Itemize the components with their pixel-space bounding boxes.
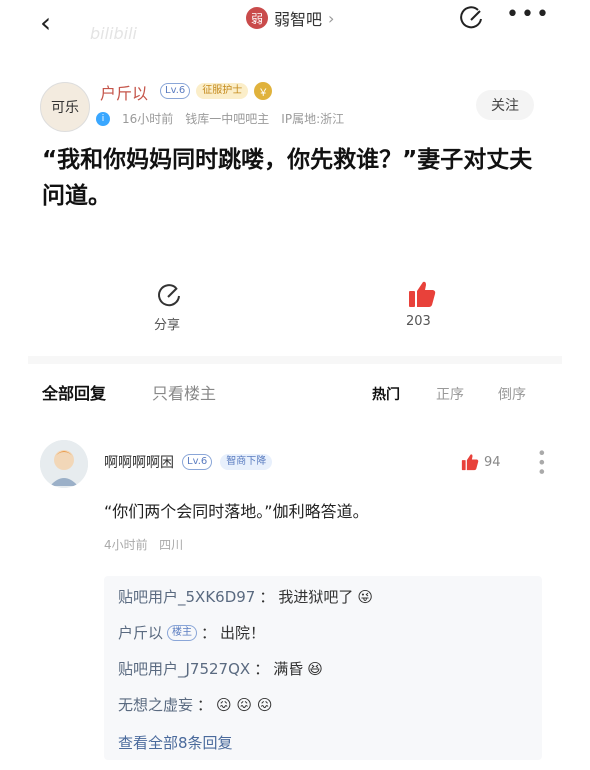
reply-item[interactable]: 户斤以 楼主 ： 出院！ [118, 622, 265, 643]
commenter-info: 啊啊啊啊困 Lv.6 智商下降 [104, 452, 273, 472]
comment-time: 4小时前 [104, 538, 148, 552]
back-icon[interactable]: ‹ [40, 6, 51, 39]
view-all-replies-link[interactable]: 查看全部8条回复 [118, 732, 233, 753]
emoji-icon: 😖 😖 😖 [216, 695, 273, 714]
op-tag: 楼主 [167, 624, 198, 641]
follow-button[interactable]: 关注 [476, 90, 534, 120]
comment-meta: 4小时前 四川 [104, 536, 183, 553]
avatar-image-icon [40, 440, 88, 488]
reply-text: 出院！ [220, 624, 266, 642]
sort-descending[interactable]: 倒序 [498, 384, 526, 404]
forum-link[interactable]: 弱 弱智吧 › [246, 6, 334, 30]
comment-location: 四川 [159, 538, 184, 552]
forum-name: 弱智吧 [274, 10, 323, 29]
reply-user[interactable]: 无想之虚妄 [118, 694, 193, 715]
comment-more-icon[interactable]: ••• [532, 448, 551, 476]
thumbs-up-icon [461, 454, 479, 471]
reply-user[interactable]: 贴吧用户_J7527QX [118, 658, 250, 679]
forum-avatar-icon: 弱 [246, 7, 268, 29]
reply-user[interactable]: 户斤以 [118, 622, 163, 643]
reply-separator: ： [259, 588, 275, 606]
thumbs-up-icon[interactable] [406, 278, 438, 310]
reply-user[interactable]: 贴吧用户_5XK6D97 [118, 586, 255, 607]
reply-separator: ： [201, 624, 217, 642]
comment-like[interactable]: 94 [460, 452, 501, 472]
reply-list: 贴吧用户_5XK6D97 ： 我进狱吧了 😜 户斤以 楼主 ： 出院！ 贴吧用户… [104, 576, 542, 760]
ip-location: IP属地:浙江 [281, 112, 345, 126]
level-badge: Lv.6 [160, 83, 191, 99]
post-info: i 16小时前 钱库一中吧吧主 IP属地:浙江 [96, 110, 344, 127]
author-avatar[interactable]: 可乐 [40, 82, 90, 132]
share-label: 分享 [154, 318, 181, 333]
like-count: 203 [406, 314, 431, 329]
share-icon[interactable] [156, 282, 182, 308]
commenter-avatar[interactable] [40, 440, 88, 488]
coin-icon: ￥ [254, 82, 273, 100]
post-time: 16小时前 [122, 112, 174, 126]
level-badge: Lv.6 [182, 454, 213, 470]
user-level-icon: i [96, 111, 110, 126]
reply-separator: ： [254, 660, 270, 678]
commenter-name[interactable]: 啊啊啊啊困 [104, 452, 174, 472]
reply-item[interactable]: 贴吧用户_J7527QX ： 满昏 😆 [118, 658, 323, 679]
reply-text: 我进狱吧了 [278, 588, 354, 606]
title-badge: 智商下降 [220, 454, 273, 470]
watermark: bilibili [90, 24, 137, 43]
top-bar: ‹ 弱 弱智吧 › ••• bilibili [0, 0, 590, 43]
section-divider [28, 356, 562, 364]
reply-item[interactable]: 贴吧用户_5XK6D97 ： 我进狱吧了 😜 [118, 586, 373, 607]
chevron-right-icon: › [328, 8, 335, 28]
emoji-icon: 😜 [357, 587, 374, 606]
reply-separator: ： [197, 696, 213, 714]
forum-role: 钱库一中吧吧主 [185, 112, 270, 126]
emoji-icon: 😆 [307, 659, 323, 678]
post-text: “我和你妈妈同时跳喽，你先救谁？”妻子对丈夫问道。 [42, 147, 533, 209]
title-badge: 征服护士 [196, 83, 249, 99]
tab-op-only[interactable]: 只看楼主 [152, 380, 216, 404]
author-name[interactable]: 户斤以 [100, 80, 148, 104]
more-icon[interactable]: ••• [506, 2, 551, 27]
edit-icon[interactable] [458, 6, 484, 32]
reply-text: 满昏 [273, 660, 304, 678]
sort-hot[interactable]: 热门 [372, 384, 400, 404]
author-badges: Lv.6 征服护士 ￥ [160, 82, 273, 100]
reply-item[interactable]: 无想之虚妄 ： 😖 😖 😖 [118, 694, 272, 715]
comment-text: “你们两个会同时落地。”伽利略答道。 [104, 502, 369, 521]
sort-ascending[interactable]: 正序 [436, 384, 464, 404]
comment-like-count: 94 [484, 454, 501, 470]
tab-all-replies[interactable]: 全部回复 [42, 380, 106, 404]
